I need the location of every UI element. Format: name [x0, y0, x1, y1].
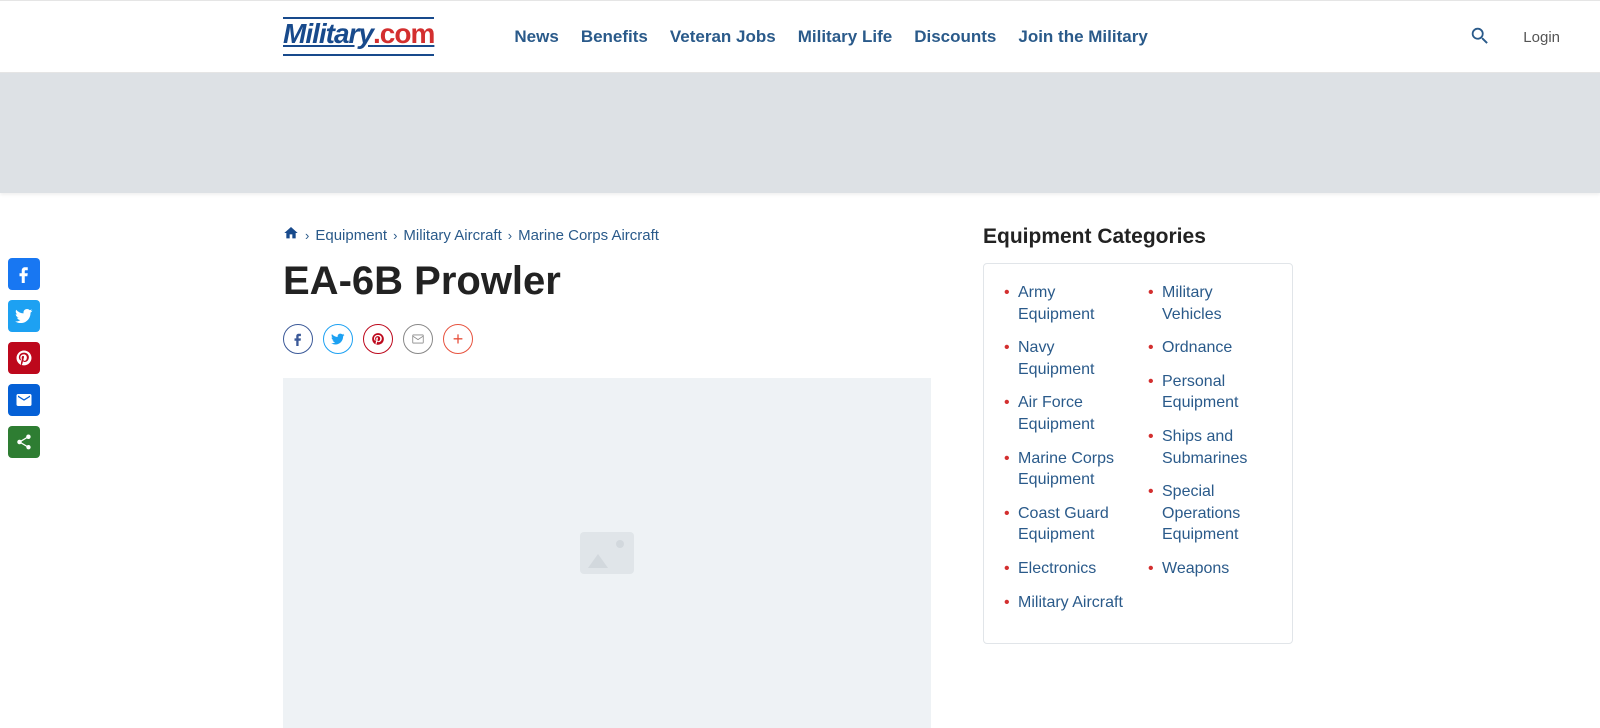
- list-item: Air Force Equipment: [1004, 392, 1128, 435]
- home-icon: [283, 225, 299, 241]
- breadcrumb-sep: ›: [393, 228, 397, 243]
- nav-join[interactable]: Join the Military: [1018, 27, 1147, 47]
- facebook-icon: [291, 332, 305, 346]
- list-item: Electronics: [1004, 558, 1128, 580]
- list-item: Coast Guard Equipment: [1004, 503, 1128, 546]
- list-item: Ordnance: [1148, 337, 1272, 359]
- breadcrumb-military-aircraft[interactable]: Military Aircraft: [403, 227, 501, 244]
- breadcrumb-marine-corps-aircraft[interactable]: Marine Corps Aircraft: [518, 227, 659, 244]
- list-item: Military Aircraft: [1004, 592, 1128, 614]
- share-pinterest-button[interactable]: [8, 342, 40, 374]
- category-col-2: Military Vehicles Ordnance Personal Equi…: [1148, 282, 1272, 625]
- twitter-icon: [331, 332, 345, 346]
- search-icon: [1469, 25, 1491, 47]
- page-title: EA-6B Prowler: [283, 259, 939, 304]
- breadcrumb-sep: ›: [305, 228, 309, 243]
- list-item: Army Equipment: [1004, 282, 1128, 325]
- cat-ordnance[interactable]: Ordnance: [1162, 339, 1232, 356]
- list-item: Personal Equipment: [1148, 371, 1272, 414]
- inline-share-facebook[interactable]: [283, 324, 313, 354]
- cat-electronics[interactable]: Electronics: [1018, 560, 1096, 577]
- inline-share-pinterest[interactable]: [363, 324, 393, 354]
- main-nav: News Benefits Veteran Jobs Military Life…: [514, 27, 1147, 47]
- logo-suffix: .com: [373, 18, 434, 49]
- category-col-1: Army Equipment Navy Equipment Air Force …: [1004, 282, 1128, 625]
- list-item: Special Operations Equipment: [1148, 481, 1272, 546]
- category-box: Army Equipment Navy Equipment Air Force …: [983, 263, 1293, 644]
- login-link[interactable]: Login: [1523, 29, 1560, 46]
- inline-share-row: +: [283, 324, 939, 354]
- email-icon: [15, 391, 33, 409]
- cat-army-equipment[interactable]: Army Equipment: [1018, 284, 1095, 323]
- breadcrumb-equipment[interactable]: Equipment: [315, 227, 387, 244]
- ad-banner: [0, 73, 1600, 193]
- nav-benefits[interactable]: Benefits: [581, 27, 648, 47]
- breadcrumb-home[interactable]: [283, 225, 299, 245]
- share-facebook-button[interactable]: [8, 258, 40, 290]
- cat-marine-corps-equipment[interactable]: Marine Corps Equipment: [1018, 450, 1114, 489]
- list-item: Ships and Submarines: [1148, 426, 1272, 469]
- list-item: Navy Equipment: [1004, 337, 1128, 380]
- site-logo[interactable]: Military.com: [283, 17, 434, 56]
- facebook-icon: [15, 265, 33, 283]
- site-header: Military.com News Benefits Veteran Jobs …: [0, 1, 1600, 73]
- cat-ships-submarines[interactable]: Ships and Submarines: [1162, 428, 1247, 467]
- cat-military-aircraft[interactable]: Military Aircraft: [1018, 594, 1123, 611]
- share-email-button[interactable]: [8, 384, 40, 416]
- list-item: Weapons: [1148, 558, 1272, 580]
- nav-military-life[interactable]: Military Life: [798, 27, 892, 47]
- hero-image-placeholder: [283, 378, 931, 728]
- sidebar: Equipment Categories Army Equipment Navy…: [983, 225, 1293, 644]
- email-icon: [411, 332, 425, 346]
- list-item: Military Vehicles: [1148, 282, 1272, 325]
- cat-military-vehicles[interactable]: Military Vehicles: [1162, 284, 1222, 323]
- inline-share-twitter[interactable]: [323, 324, 353, 354]
- logo-text: Military: [283, 18, 373, 49]
- inline-share-more[interactable]: +: [443, 324, 473, 354]
- share-twitter-button[interactable]: [8, 300, 40, 332]
- breadcrumb: › Equipment › Military Aircraft › Marine…: [283, 225, 939, 245]
- breadcrumb-sep: ›: [508, 228, 512, 243]
- share-icon: [15, 433, 33, 451]
- image-placeholder-icon: [580, 532, 634, 574]
- inline-share-email[interactable]: [403, 324, 433, 354]
- nav-news[interactable]: News: [514, 27, 558, 47]
- search-button[interactable]: [1465, 21, 1495, 54]
- floating-share-bar: [8, 258, 40, 458]
- cat-special-ops-equipment[interactable]: Special Operations Equipment: [1162, 483, 1240, 543]
- cat-coast-guard-equipment[interactable]: Coast Guard Equipment: [1018, 505, 1109, 544]
- cat-navy-equipment[interactable]: Navy Equipment: [1018, 339, 1095, 378]
- cat-air-force-equipment[interactable]: Air Force Equipment: [1018, 394, 1095, 433]
- cat-personal-equipment[interactable]: Personal Equipment: [1162, 373, 1239, 412]
- pinterest-icon: [15, 349, 33, 367]
- pinterest-icon: [371, 332, 385, 346]
- sidebar-title: Equipment Categories: [983, 225, 1293, 249]
- twitter-icon: [15, 307, 33, 325]
- share-more-button[interactable]: [8, 426, 40, 458]
- plus-icon: +: [453, 330, 464, 348]
- cat-weapons[interactable]: Weapons: [1162, 560, 1229, 577]
- nav-veteran-jobs[interactable]: Veteran Jobs: [670, 27, 776, 47]
- nav-discounts[interactable]: Discounts: [914, 27, 996, 47]
- list-item: Marine Corps Equipment: [1004, 448, 1128, 491]
